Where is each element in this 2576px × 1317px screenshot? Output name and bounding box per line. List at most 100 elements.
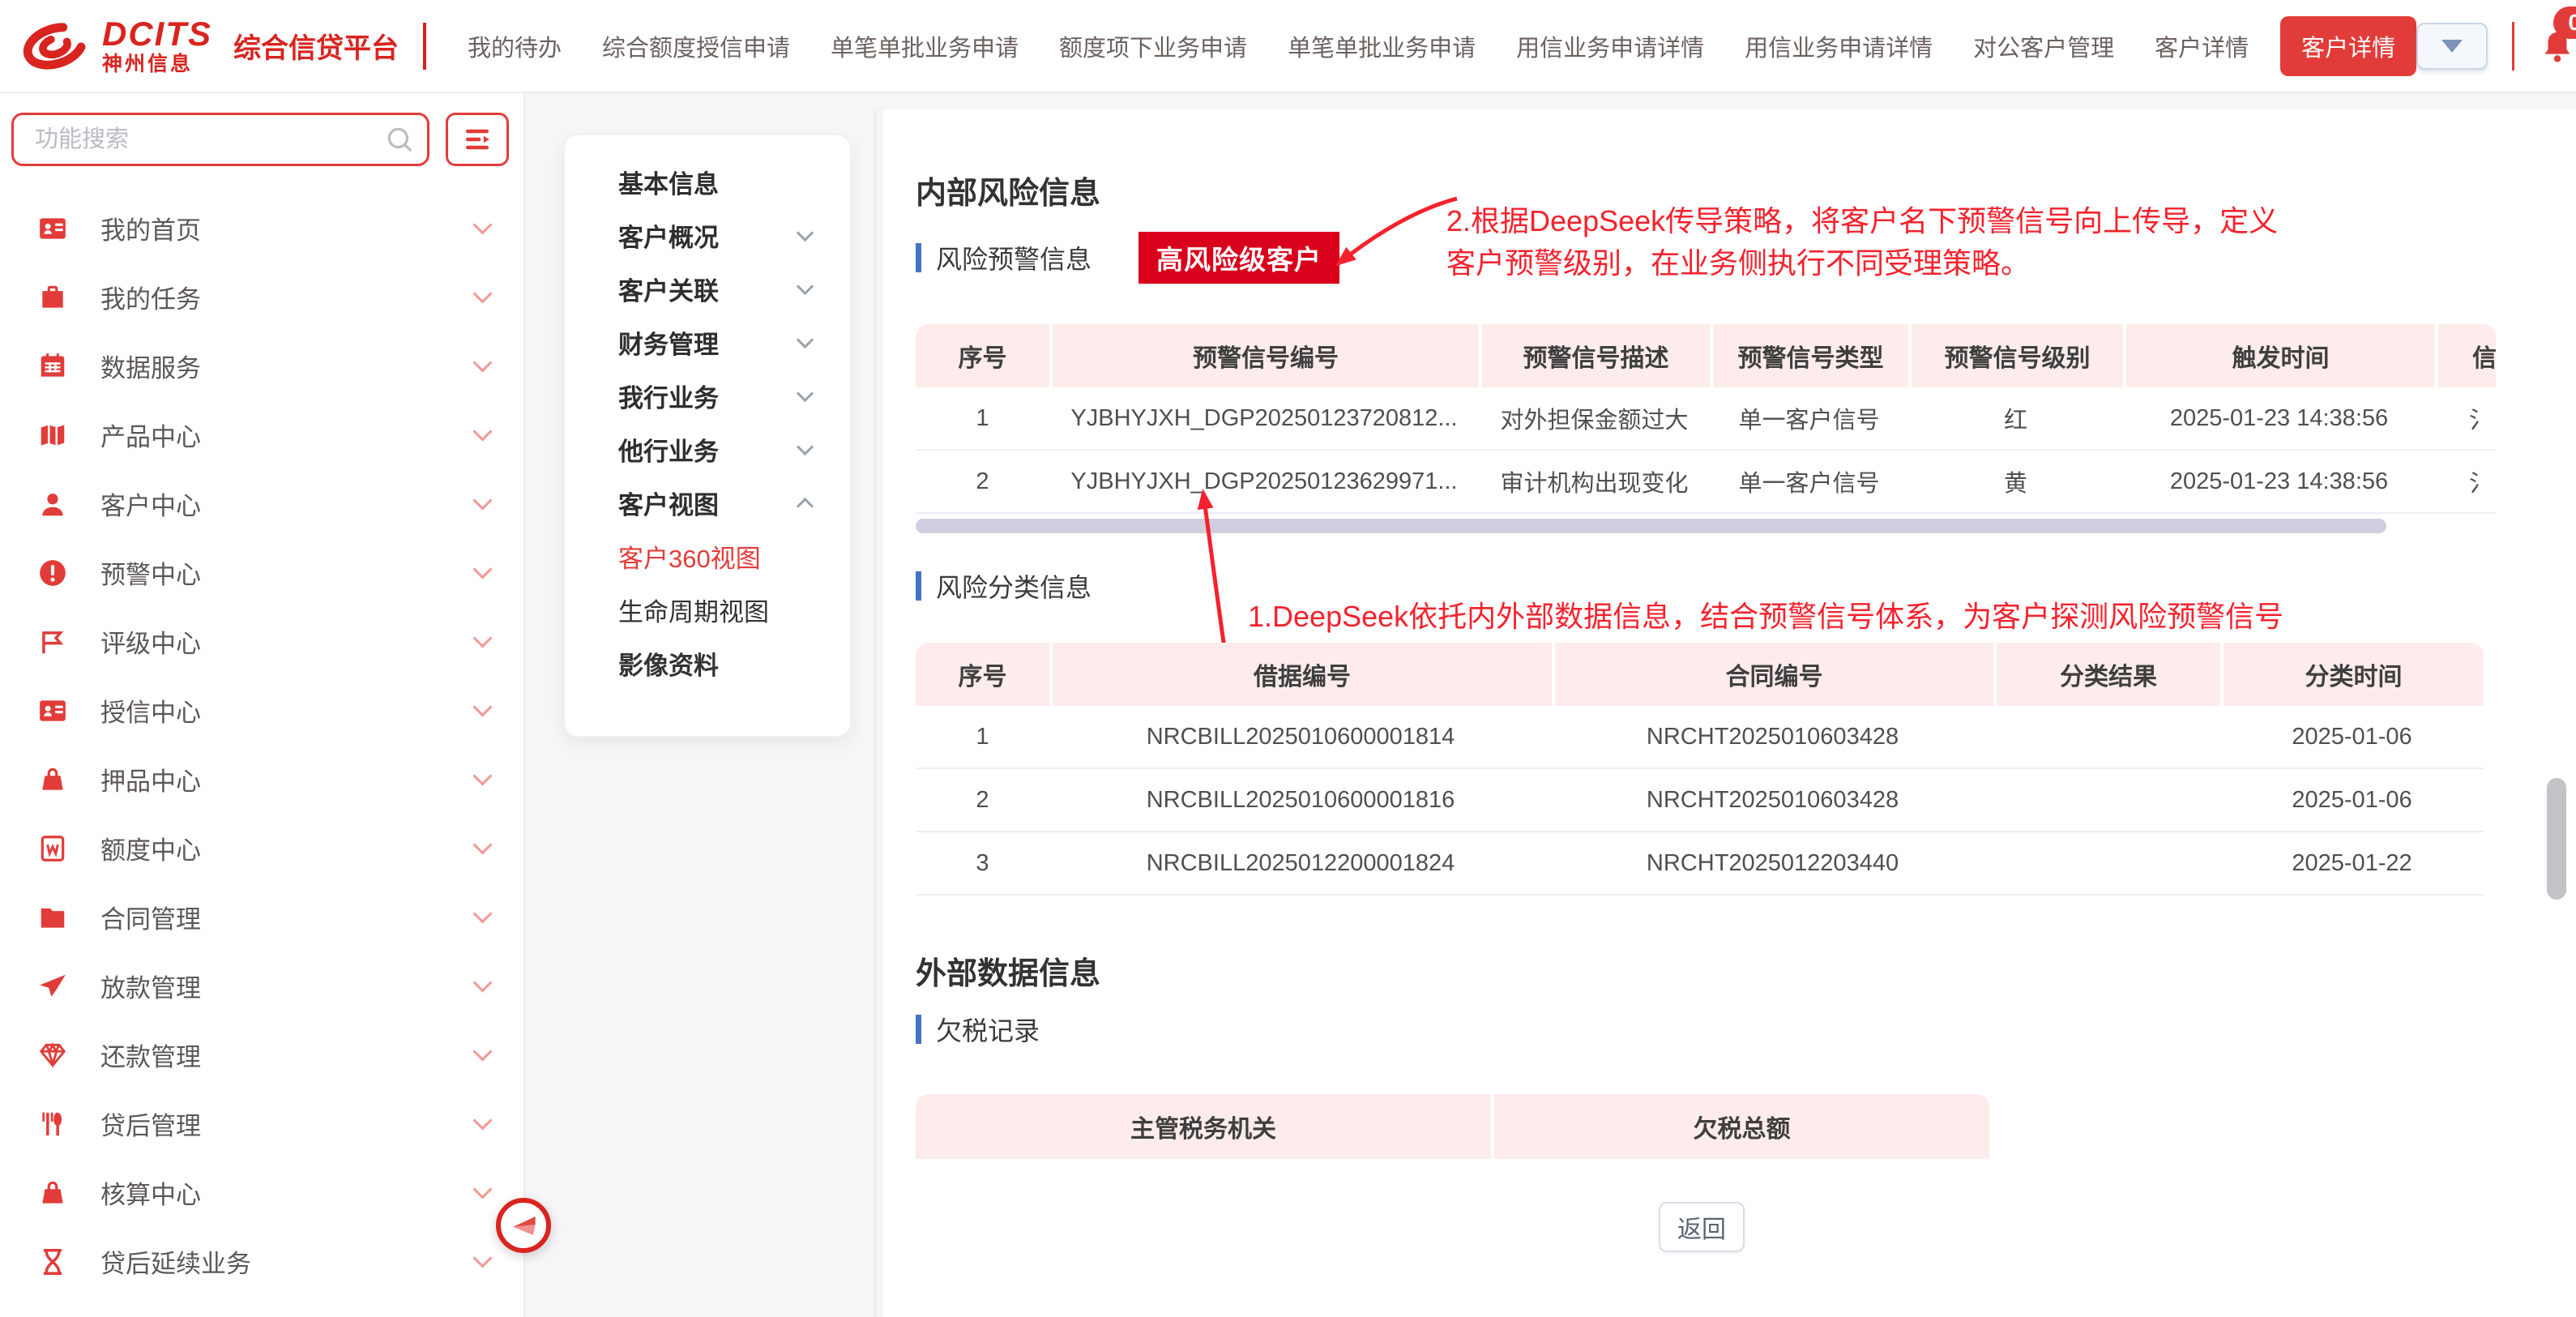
logo-divider <box>423 23 426 70</box>
chevron-down-icon <box>472 215 492 234</box>
tax-arrears-table: 主管税务机关 欠税总额 <box>916 1094 1989 1159</box>
sidebar-item-data-service[interactable]: 数据服务 <box>0 331 523 400</box>
sidebar-item-label: 贷后管理 <box>100 1105 201 1142</box>
left-sidebar: 我的首页 我的任务 数据服务 产品中心 客户中心 预警中心 <box>0 93 525 1317</box>
brand-swirl-icon <box>16 17 94 75</box>
chevron-down-icon <box>472 697 492 716</box>
sidebar-item-post-loan[interactable]: 贷后管理 <box>0 1089 523 1158</box>
sidebar-item-products[interactable]: 产品中心 <box>0 400 523 469</box>
sidebar-item-credit[interactable]: 授信中心 <box>0 676 523 745</box>
chevron-down-icon <box>472 904 492 923</box>
section-bar <box>916 1015 921 1044</box>
sidebar-collapse-button[interactable] <box>496 1198 551 1253</box>
flag-icon <box>37 626 68 657</box>
table-row[interactable]: 3 NRCBILL2025012200001824 NRCHT202501220… <box>916 832 2484 896</box>
sidebar-item-accounting[interactable]: 核算中心 <box>0 1158 523 1227</box>
chevron-down-icon <box>472 559 492 579</box>
tax-arrears-section-header: 欠税记录 <box>916 1009 1040 1050</box>
doc-w-icon <box>37 833 68 864</box>
sidebar-item-warnings[interactable]: 预警中心 <box>0 538 523 607</box>
calendar-icon <box>37 351 68 382</box>
classification-table: 序号 借据编号 合同编号 分类结果 分类时间 1 NRCBILL20250106… <box>916 643 2484 896</box>
table-row[interactable]: 2 NRCBILL2025010600001816 NRCHT202501060… <box>916 769 2484 832</box>
submenu-item-customer-360[interactable]: 客户360视图 <box>565 529 850 583</box>
submenu-item-image-files[interactable]: 影像资料 <box>565 636 850 690</box>
sidebar-item-label: 授信中心 <box>100 692 201 729</box>
risk-classification-section-header: 风险分类信息 <box>916 566 1091 606</box>
nav-item[interactable]: 对公客户管理 <box>1953 29 2134 63</box>
chevron-down-icon <box>797 277 814 294</box>
submenu-item-customer-overview[interactable]: 客户概况 <box>565 208 850 262</box>
submenu-item-customer-view[interactable]: 客户视图 <box>565 476 850 529</box>
sidebar-item-repayment[interactable]: 还款管理 <box>0 1020 523 1089</box>
sidebar-item-label: 押品中心 <box>100 761 201 797</box>
risk-warning-section-header: 风险预警信息 高风险级客户 <box>916 237 1339 278</box>
submenu-item-our-bank[interactable]: 我行业务 <box>565 369 850 422</box>
section-label: 风险分类信息 <box>936 567 1091 605</box>
chevron-down-icon <box>472 353 492 372</box>
nav-item[interactable]: 用信业务申请详情 <box>1496 29 1724 63</box>
nav-item[interactable]: 单笔单批业务申请 <box>810 29 1039 63</box>
sidebar-item-rating[interactable]: 评级中心 <box>0 607 523 676</box>
nav-item[interactable]: 客户详情 <box>2134 29 2269 63</box>
send-icon <box>37 971 68 1002</box>
table-row[interactable]: 1 YJBHYJXH_DGP20250123720812... 对外担保金额过大… <box>916 387 2496 451</box>
table-header-row: 序号 预警信号编号 预警信号描述 预警信号类型 预警信号级别 触发时间 信 <box>916 324 2496 387</box>
section-bar <box>916 243 921 272</box>
sidebar-item-tasks[interactable]: 我的任务 <box>0 263 523 331</box>
panel-divider <box>874 109 876 1317</box>
sidebar-item-label: 客户中心 <box>100 485 201 522</box>
nav-item[interactable]: 单笔单批业务申请 <box>1267 29 1496 63</box>
submenu-item-basic-info[interactable]: 基本信息 <box>565 155 850 208</box>
logo: DCITS 神州信息 综合信贷平台 <box>0 17 447 75</box>
top-nav: 我的待办 综合额度授信申请 单笔单批业务申请 额度项下业务申请 单笔单批业务申请… <box>447 16 2416 76</box>
sidebar-item-limits[interactable]: 额度中心 <box>0 814 523 883</box>
sidebar-item-disbursement[interactable]: 放款管理 <box>0 951 523 1020</box>
vertical-scrollbar[interactable] <box>2547 778 2566 900</box>
function-search <box>11 113 429 166</box>
back-button[interactable]: 返回 <box>1659 1202 1745 1252</box>
sidebar-item-collateral[interactable]: 押品中心 <box>0 745 523 814</box>
customer-detail-submenu: 基本信息 客户概况 客户关联 财务管理 我行业务 他行业务 客户视图 客户360… <box>563 134 852 738</box>
submenu-item-lifecycle-view[interactable]: 生命周期视图 <box>565 583 850 636</box>
section-label: 风险预警信息 <box>936 239 1091 276</box>
nav-dropdown-button[interactable] <box>2416 23 2488 70</box>
sidebar-item-customers[interactable]: 客户中心 <box>0 469 523 538</box>
notification-button[interactable]: 0 <box>2539 28 2576 65</box>
submenu-item-other-bank[interactable]: 他行业务 <box>565 422 850 476</box>
nav-item[interactable]: 综合额度授信申请 <box>582 29 810 63</box>
briefcase-icon <box>37 282 68 313</box>
sidebar-item-label: 额度中心 <box>100 830 201 866</box>
chevron-up-icon <box>797 497 814 514</box>
annotation-detection: 1.DeepSeek依托内外部数据信息，结合预警信号体系，为客户探测风险预警信号 <box>1248 596 2283 638</box>
bag-icon <box>37 1178 68 1208</box>
search-icon <box>384 124 415 155</box>
notification-badge: 0 <box>2553 6 2576 39</box>
horizontal-scrollbar[interactable] <box>916 519 2386 533</box>
search-input[interactable] <box>11 113 429 166</box>
submenu-item-customer-relations[interactable]: 客户关联 <box>565 262 850 315</box>
nav-item[interactable]: 额度项下业务申请 <box>1039 29 1267 63</box>
bag-icon <box>37 764 68 795</box>
idcard-icon <box>37 213 68 244</box>
chevron-down-icon <box>472 766 492 785</box>
submenu-label: 基本信息 <box>618 164 719 200</box>
sidebar-item-label: 我的首页 <box>100 210 201 246</box>
submenu-label: 财务管理 <box>618 324 719 361</box>
submenu-label: 他行业务 <box>618 431 719 468</box>
table-row[interactable]: 2 YJBHYJXH_DGP20250123629971... 审计机构出现变化… <box>916 451 2496 514</box>
menu-collapse-button[interactable] <box>446 113 509 166</box>
sidebar-item-contracts[interactable]: 合同管理 <box>0 883 523 951</box>
table-row[interactable]: 1 NRCBILL2025010600001814 NRCHT202501060… <box>916 706 2484 769</box>
submenu-item-finance[interactable]: 财务管理 <box>565 315 850 369</box>
nav-item[interactable]: 我的待办 <box>447 29 582 63</box>
sidebar-item-loan-renewal[interactable]: 贷后延续业务 <box>0 1227 523 1296</box>
table-header-row: 序号 借据编号 合同编号 分类结果 分类时间 <box>916 643 2484 706</box>
chevron-down-icon <box>472 1179 492 1199</box>
annotation-propagation: 2.根据DeepSeek传导策略，将客户名下预警信号向上传导，定义 客户预警级别… <box>1446 200 2278 284</box>
sidebar-item-home[interactable]: 我的首页 <box>0 194 523 263</box>
nav-item[interactable]: 用信业务申请详情 <box>1724 29 1953 63</box>
annotation-arrow-down-icon <box>1321 190 1467 288</box>
submenu-label: 客户视图 <box>618 485 719 521</box>
nav-item-active[interactable]: 客户详情 <box>2280 16 2416 76</box>
